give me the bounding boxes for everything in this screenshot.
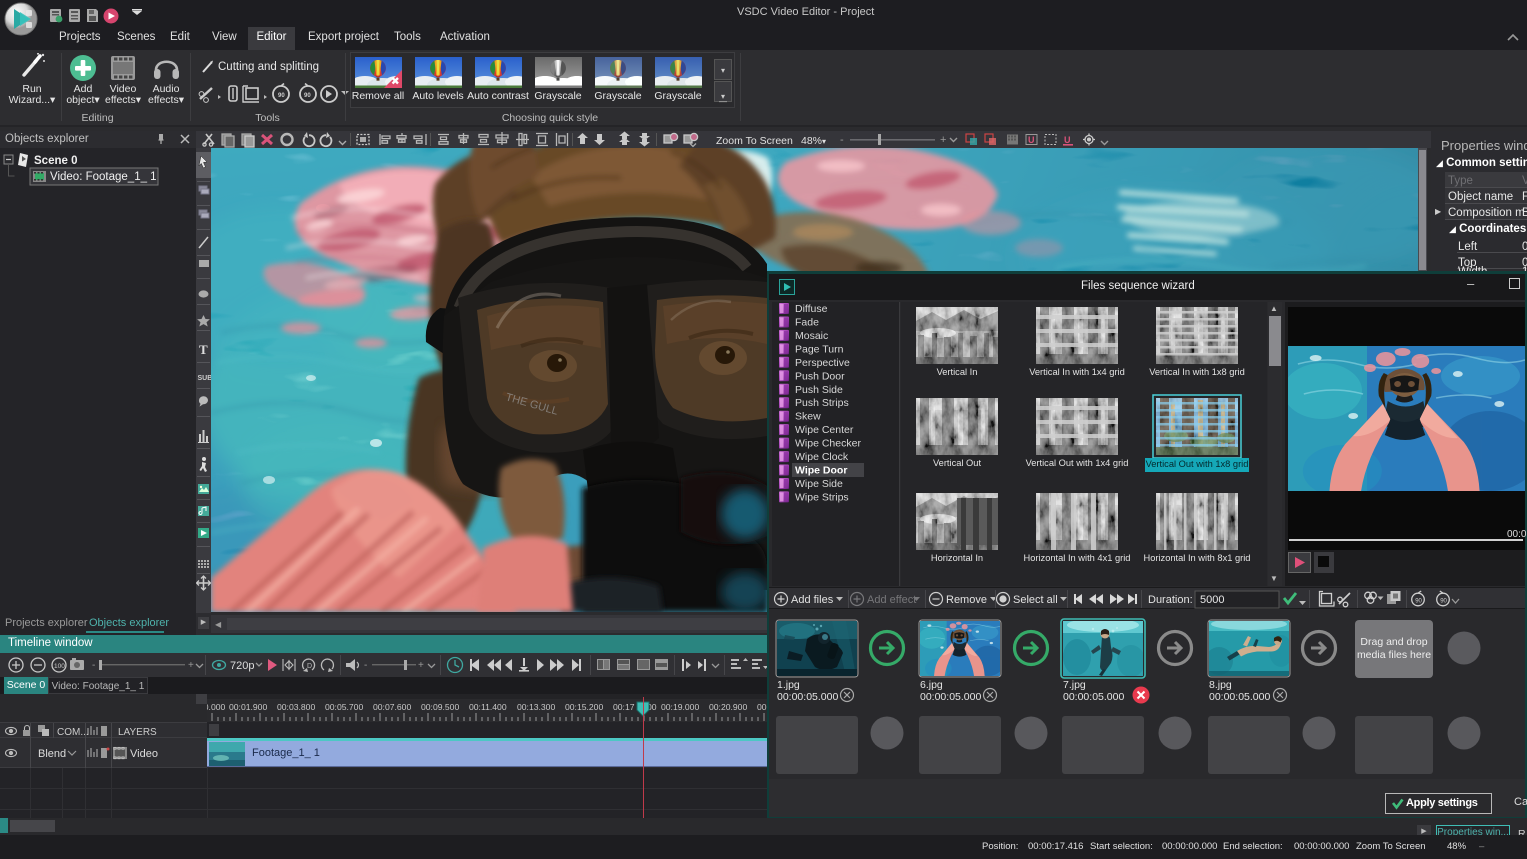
- svg-text:Video: Video: [130, 748, 158, 760]
- svg-text:Wipe Door: Wipe Door: [795, 465, 847, 477]
- svg-text:Page Turn: Page Turn: [795, 343, 844, 355]
- svg-text:Horizontal In with 8x1 grid: Horizontal In with 8x1 grid: [1144, 553, 1251, 563]
- svg-text:U: U: [1064, 135, 1071, 145]
- svg-text:6.jpg: 6.jpg: [920, 679, 943, 691]
- svg-text:Drag and drop: Drag and drop: [1360, 636, 1427, 648]
- svg-text:media files here: media files here: [1357, 649, 1431, 661]
- svg-text:00:15.200: 00:15.200: [565, 702, 603, 712]
- svg-text:00:11.400: 00:11.400: [469, 702, 507, 712]
- svg-text:90: 90: [1440, 599, 1447, 605]
- svg-text:Horizontal In: Horizontal In: [931, 553, 983, 563]
- svg-text:Vertical Out with 1x8 grid: Vertical Out with 1x8 grid: [1146, 459, 1249, 469]
- svg-text:00:01.900: 00:01.900: [229, 702, 267, 712]
- svg-text:U: U: [1028, 135, 1035, 145]
- svg-text:-: -: [92, 660, 95, 671]
- svg-text:00:00:05.000: 00:00:05.000: [920, 691, 981, 703]
- svg-text:-: -: [364, 660, 367, 671]
- svg-text:-: -: [840, 134, 844, 146]
- svg-text:Mosaic: Mosaic: [795, 330, 828, 342]
- svg-text:+: +: [418, 660, 424, 671]
- svg-text:00:00:05.000: 00:00:05.000: [777, 691, 838, 703]
- svg-text:00:07.600: 00:07.600: [373, 702, 411, 712]
- svg-text:00:00:05.000: 00:00:05.000: [1209, 691, 1270, 703]
- svg-text:00:09.500: 00:09.500: [421, 702, 459, 712]
- svg-text:SUB: SUB: [198, 375, 212, 382]
- svg-text:Add files: Add files: [791, 594, 834, 606]
- svg-text:+: +: [188, 660, 194, 671]
- svg-text:00:17: 00:17: [613, 702, 635, 712]
- svg-text:Scene 0: Scene 0: [34, 155, 77, 167]
- svg-text:Vertical Out with 1x4 grid: Vertical Out with 1x4 grid: [1026, 458, 1129, 468]
- svg-text:Wipe Strips: Wipe Strips: [795, 491, 849, 503]
- svg-text:Diffuse: Diffuse: [795, 303, 828, 315]
- svg-text:Wipe Side: Wipe Side: [795, 478, 843, 490]
- svg-text:Vertical In: Vertical In: [937, 367, 978, 377]
- svg-text:Skew: Skew: [795, 411, 821, 423]
- svg-text:+: +: [940, 134, 946, 146]
- svg-text:90: 90: [1415, 599, 1422, 605]
- svg-text:Vertical Out: Vertical Out: [933, 458, 981, 468]
- svg-text:00:13.300: 00:13.300: [517, 702, 555, 712]
- svg-text:Add effect: Add effect: [867, 594, 916, 606]
- svg-text:00:05.700: 00:05.700: [325, 702, 363, 712]
- svg-text:7.jpg: 7.jpg: [1063, 679, 1086, 691]
- svg-text:Perspective: Perspective: [795, 357, 850, 369]
- svg-text:00.000: 00.000: [207, 702, 226, 712]
- svg-text:Vertical In with 1x8 grid: Vertical In with 1x8 grid: [1149, 367, 1245, 377]
- svg-text:T: T: [199, 342, 208, 357]
- svg-text:720p: 720p: [230, 660, 254, 672]
- svg-text:Horizontal In with 4x1 grid: Horizontal In with 4x1 grid: [1024, 553, 1131, 563]
- svg-text:90: 90: [278, 93, 285, 99]
- svg-text:Select all: Select all: [1013, 594, 1058, 606]
- svg-text:Wipe Checker: Wipe Checker: [795, 438, 861, 450]
- svg-text:D: D: [307, 663, 312, 670]
- svg-text:00:03.800: 00:03.800: [277, 702, 315, 712]
- svg-text:Blend: Blend: [38, 748, 66, 760]
- svg-text:Push Door: Push Door: [795, 370, 845, 382]
- svg-text:00:19.000: 00:19.000: [661, 702, 699, 712]
- svg-text:Push Strips: Push Strips: [795, 397, 849, 409]
- svg-text:90: 90: [304, 93, 311, 99]
- svg-text:00:20.900: 00:20.900: [709, 702, 747, 712]
- svg-text:100: 100: [54, 663, 65, 670]
- svg-text:Wipe Clock: Wipe Clock: [795, 451, 849, 463]
- svg-text:00:00:05.000: 00:00:05.000: [1063, 691, 1124, 703]
- svg-text:Push Side: Push Side: [795, 384, 843, 396]
- svg-text:Wipe Center: Wipe Center: [795, 424, 854, 436]
- svg-text:Duration:: Duration:: [1148, 594, 1193, 606]
- svg-text:5000: 5000: [1200, 594, 1224, 606]
- svg-text:Remove: Remove: [946, 594, 987, 606]
- svg-text:Video: Footage_1_ 1: Video: Footage_1_ 1: [50, 171, 157, 183]
- svg-text:00:: 00:: [757, 702, 767, 712]
- svg-text:1.jpg: 1.jpg: [777, 679, 800, 691]
- svg-text:8.jpg: 8.jpg: [1209, 679, 1232, 691]
- svg-text:Vertical In with 1x4 grid: Vertical In with 1x4 grid: [1029, 367, 1125, 377]
- svg-text:Fade: Fade: [795, 317, 819, 329]
- svg-text:LAYERS: LAYERS: [118, 727, 157, 738]
- svg-text:COM...: COM...: [57, 727, 89, 738]
